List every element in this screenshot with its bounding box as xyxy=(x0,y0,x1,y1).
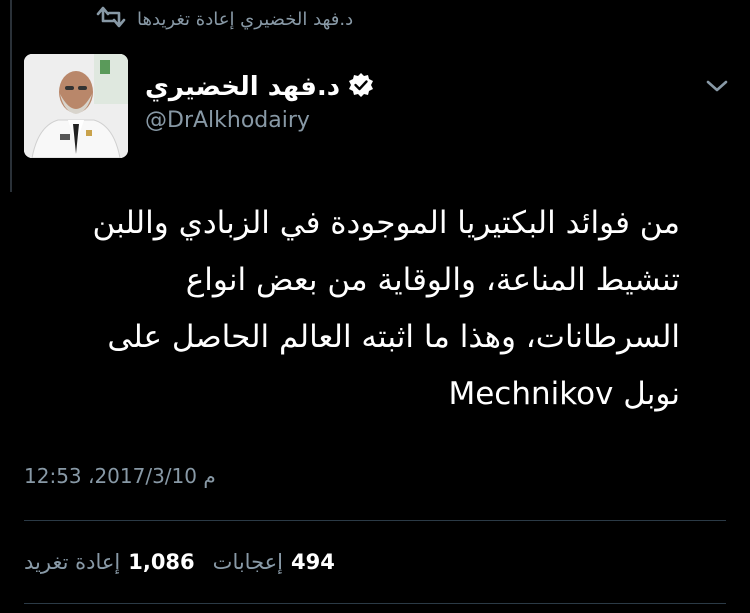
retweets-stat[interactable]: إعادة تغريد 1,086 xyxy=(24,550,195,574)
verified-badge-icon xyxy=(348,72,374,102)
user-avatar[interactable] xyxy=(24,54,128,158)
author-handle[interactable]: @DrAlkhodairy xyxy=(145,108,310,133)
likes-label: إعجابات xyxy=(212,550,284,574)
divider xyxy=(24,520,726,521)
retweets-label: إعادة تغريد xyxy=(24,550,121,574)
author-name-row[interactable]: د.فهد الخضيري xyxy=(145,72,374,102)
thread-line xyxy=(10,0,12,192)
divider xyxy=(24,603,726,604)
retweets-count: 1,086 xyxy=(128,550,195,574)
tweet-line: من فوائد البكتيريا الموجودة في الزبادي و… xyxy=(92,205,680,241)
tweet-line: نوبل Mechnikov xyxy=(448,376,680,412)
tweet-stats: إعادة تغريد 1,086 إعجابات 494 xyxy=(24,550,335,574)
tweet-line: تنشيط المناعة، والوقاية من بعض انواع xyxy=(185,262,680,298)
retweet-context[interactable]: د.فهد الخضيري إعادة تغريدها xyxy=(95,6,353,33)
tweet-text: من فوائد البكتيريا الموجودة في الزبادي و… xyxy=(30,195,680,423)
tweet-line: السرطانات، وهذا ما اثبته العالم الحاصل ع… xyxy=(107,319,680,355)
tweet-timestamp[interactable]: 12:53 ،2017/3/10 م xyxy=(24,464,216,488)
author-name: د.فهد الخضيري xyxy=(145,72,341,102)
retweet-by-text: د.فهد الخضيري إعادة تغريدها xyxy=(137,9,354,30)
likes-stat[interactable]: إعجابات 494 xyxy=(213,550,335,574)
likes-count: 494 xyxy=(291,550,335,574)
chevron-down-icon[interactable] xyxy=(706,78,728,97)
retweet-icon xyxy=(95,6,127,33)
